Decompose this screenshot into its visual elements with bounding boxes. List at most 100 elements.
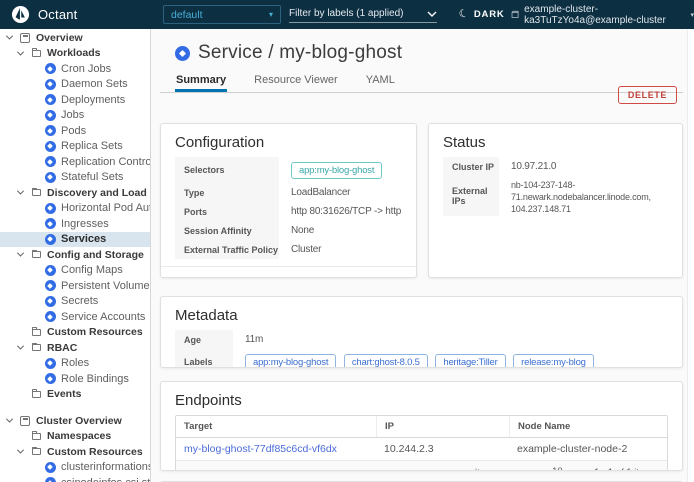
namespace-select[interactable]: default ▾	[163, 5, 281, 24]
config-value-session-affinity: None	[279, 225, 402, 236]
endpoints-table-header: Target IP Node Name	[176, 416, 667, 438]
resource-icon	[44, 264, 56, 276]
metadata-title: Metadata	[175, 307, 668, 324]
sidebar-item-roles[interactable]: Roles	[0, 356, 150, 372]
configuration-title: Configuration	[175, 134, 402, 151]
sidebar-item-config-and-storage[interactable]: Config and Storage	[0, 247, 150, 263]
caret-down-icon: ▾	[269, 10, 273, 19]
summary-cards: Configuration Selectors app:my-blog-ghos…	[160, 123, 683, 482]
sidebar-item-cron-jobs[interactable]: Cron Jobs	[0, 61, 150, 77]
sidebar-item-rbac[interactable]: RBAC	[0, 340, 150, 356]
sidebar-item-workloads[interactable]: Workloads	[0, 46, 150, 62]
sidebar-item-cluster-overview[interactable]: Cluster Overview	[0, 413, 150, 429]
sidebar-item-services[interactable]: Services	[0, 232, 150, 248]
config-label-selectors: Selectors	[175, 157, 279, 183]
label-tag-heritage[interactable]: heritage:Tiller	[435, 354, 505, 369]
sidebar-item-clusterinformations[interactable]: clusterinformations.crd.projec	[0, 460, 150, 476]
sidebar-item-ingresses[interactable]: Ingresses	[0, 216, 150, 232]
tab-yaml[interactable]: YAML	[365, 72, 396, 92]
config-value-external-traffic-policy: Cluster	[279, 244, 402, 255]
sidebar-item-secrets[interactable]: Secrets	[0, 294, 150, 310]
table-pagination: Items per page 10 ▾ 1 - 1 of 1 items	[176, 461, 667, 471]
sidebar-item-namespaces[interactable]: Namespaces	[0, 429, 150, 445]
metadata-value-age: 11m	[233, 334, 668, 345]
chevron-down-icon[interactable]	[16, 188, 25, 197]
resource-icon	[44, 63, 56, 75]
page-size-select[interactable]: 10 ▾	[546, 466, 578, 471]
label-tag-app[interactable]: app:my-blog-ghost	[245, 354, 336, 369]
page-header: Service / my-blog-ghost	[151, 29, 694, 64]
cluster-context-menu[interactable]: example-cluster-ka3TuTzYo4a@example-clus…	[511, 0, 694, 29]
scrollbar[interactable]	[687, 29, 694, 482]
resource-icon	[44, 233, 56, 245]
sidebar-item-stateful-sets[interactable]: Stateful Sets	[0, 170, 150, 186]
resource-icon	[44, 311, 56, 323]
service-icon	[175, 46, 190, 61]
sidebar-item-replica-sets[interactable]: Replica Sets	[0, 139, 150, 155]
table-row: my-blog-ghost-77df85c6cd-vf6dx 10.244.2.…	[176, 438, 667, 461]
config-label-external-traffic-policy: External Traffic Policy	[175, 240, 279, 259]
metadata-label-labels: Labels	[175, 349, 233, 368]
resource-icon	[44, 78, 56, 90]
cube-icon	[511, 9, 519, 20]
resource-icon	[44, 477, 56, 482]
caret-down-icon: ▾	[690, 11, 694, 19]
label-tag-chart[interactable]: chart:ghost-8.0.5	[344, 354, 428, 369]
theme-toggle[interactable]: ☾ DARK	[459, 0, 505, 29]
sidebar-item-replication-controllers[interactable]: Replication Controllers	[0, 154, 150, 170]
resource-icon	[44, 280, 56, 292]
folder-icon	[30, 342, 42, 354]
chevron-down-icon[interactable]	[16, 343, 25, 352]
endpoints-title: Endpoints	[175, 392, 668, 409]
label-tag-release[interactable]: release:my-blog	[513, 354, 594, 369]
sidebar-item-deployments[interactable]: Deployments	[0, 92, 150, 108]
sidebar-item-overview[interactable]: Overview	[0, 30, 150, 46]
pagination-range: 1 - 1 of 1 items	[594, 467, 657, 471]
app-title: Octant	[38, 7, 78, 22]
chevron-down-icon[interactable]	[16, 447, 25, 456]
sidebar-item-pods[interactable]: Pods	[0, 123, 150, 139]
sidebar-item-csinodeinfos[interactable]: csinodeinfos.csi.storage.k8s.io	[0, 475, 150, 482]
folder-icon	[30, 47, 42, 59]
sidebar-item-events[interactable]: Events	[0, 387, 150, 403]
sidebar-item-cluster-custom-resources[interactable]: Custom Resources	[0, 444, 150, 460]
label-filter-input[interactable]: Filter by labels (1 applied)	[289, 5, 437, 23]
sidebar-item-role-bindings[interactable]: Role Bindings	[0, 371, 150, 387]
sidebar-item-daemon-sets[interactable]: Daemon Sets	[0, 77, 150, 93]
tab-resource-viewer[interactable]: Resource Viewer	[253, 72, 339, 92]
sidebar-item-discovery-and-load-balancing[interactable]: Discovery and Load Balancing	[0, 185, 150, 201]
config-value-ports: http 80:31626/TCP -> http	[279, 206, 402, 217]
selector-tag[interactable]: app:my-blog-ghost	[291, 162, 382, 179]
status-value-external-ips: nb-104-237-148-71.newark.nodebalancer.li…	[499, 176, 668, 215]
sidebar-item-custom-resources[interactable]: Custom Resources	[0, 325, 150, 341]
tab-bar: Summary Resource Viewer YAML	[160, 72, 683, 93]
column-header-target: Target	[176, 416, 376, 437]
sidebar-item-persistent-volume-claims[interactable]: Persistent Volume Claims	[0, 278, 150, 294]
folder-icon	[30, 326, 42, 338]
metadata-card: Metadata Age 11m Labels app:my-blog-ghos…	[160, 296, 683, 368]
apps-icon	[19, 415, 31, 427]
theme-label: DARK	[474, 9, 505, 20]
sidebar-item-service-accounts[interactable]: Service Accounts	[0, 309, 150, 325]
config-value-type: LoadBalancer	[279, 187, 402, 198]
brand: Octant	[11, 0, 78, 29]
folder-icon	[30, 187, 42, 199]
sidebar-item-config-maps[interactable]: Config Maps	[0, 263, 150, 279]
chevron-down-icon[interactable]	[5, 416, 14, 425]
sidebar-item-jobs[interactable]: Jobs	[0, 108, 150, 124]
sidebar-item-horizontal-pod-autoscalers[interactable]: Horizontal Pod Autoscalers	[0, 201, 150, 217]
config-label-session-affinity: Session Affinity	[175, 221, 279, 240]
chevron-down-icon[interactable]	[16, 250, 25, 259]
moon-icon: ☾	[458, 8, 470, 21]
configuration-card: Configuration Selectors app:my-blog-ghos…	[160, 123, 417, 278]
tab-summary[interactable]: Summary	[175, 72, 227, 92]
status-card: Status Cluster IP 10.97.21.0 External IP…	[428, 123, 683, 278]
endpoint-target-link[interactable]: my-blog-ghost-77df85c6cd-vf6dx	[184, 443, 337, 455]
chevron-down-icon[interactable]	[5, 33, 14, 42]
namespace-value: default	[171, 9, 203, 21]
page-title: Service / my-blog-ghost	[198, 42, 402, 64]
chevron-down-icon[interactable]	[16, 49, 25, 58]
metadata-label-age: Age	[175, 330, 233, 349]
delete-button[interactable]: DELETE	[618, 86, 677, 104]
apps-icon	[19, 32, 31, 44]
